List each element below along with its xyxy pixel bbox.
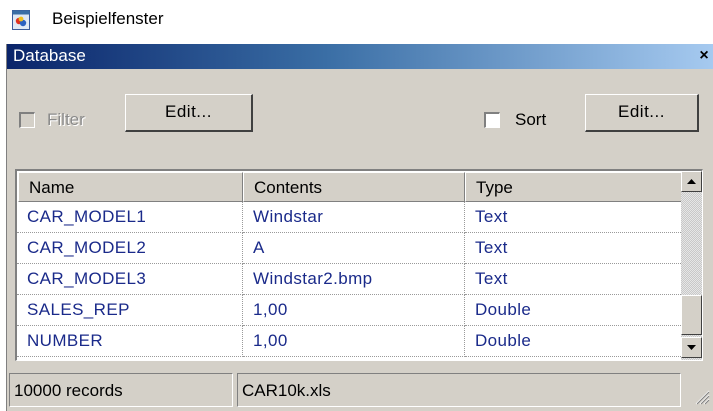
cell-type[interactable]: Text	[465, 264, 683, 295]
panel-title: Database	[13, 46, 86, 65]
app-window-icon	[12, 10, 30, 30]
cell-contents[interactable]: Windstar2.bmp	[243, 264, 465, 295]
cell-name[interactable]: SALES_REP	[17, 295, 243, 326]
scroll-up-button[interactable]	[681, 171, 702, 192]
cell-contents[interactable]: 1,00	[243, 295, 465, 326]
sort-label: Sort	[515, 110, 547, 129]
panel-caption-bar: Database ×	[7, 44, 713, 69]
table-row[interactable]: SALES_REP 1,00 Double	[17, 295, 683, 326]
database-panel: Database × Filter Edit... Sort Edit... N…	[6, 44, 713, 411]
cell-type[interactable]: Double	[465, 295, 683, 326]
cell-type[interactable]: Text	[465, 202, 683, 233]
filter-label: Filter	[47, 110, 85, 129]
filter-edit-button[interactable]: Edit...	[125, 94, 253, 132]
cell-type[interactable]: Double	[465, 326, 683, 357]
database-grid[interactable]: Name Contents Type CAR_MODEL1 Windstar T…	[15, 169, 703, 361]
cell-name[interactable]: NUMBER	[17, 326, 243, 357]
cell-contents[interactable]: A	[243, 233, 465, 264]
sort-checkbox[interactable]	[484, 112, 500, 128]
status-file-name: CAR10k.xls	[237, 373, 681, 407]
cell-type[interactable]: Text	[465, 233, 683, 264]
cell-contents[interactable]: 1,00	[243, 326, 465, 357]
window-title-bar: Beispielfenster	[0, 0, 713, 40]
arrow-up-icon	[687, 179, 696, 184]
window-title: Beispielfenster	[52, 9, 164, 28]
resize-grip-icon[interactable]	[694, 389, 710, 405]
column-header-contents[interactable]: Contents	[243, 172, 465, 202]
table-row[interactable]: NUMBER 1,00 Double	[17, 326, 683, 357]
table-row[interactable]: CAR_MODEL1 Windstar Text	[17, 202, 683, 233]
cell-name[interactable]: CAR_MODEL3	[17, 264, 243, 295]
cell-name[interactable]: CAR_MODEL2	[17, 233, 243, 264]
vertical-scrollbar[interactable]	[681, 171, 702, 360]
arrow-down-icon	[687, 345, 696, 350]
table-row[interactable]: CAR_MODEL3 Windstar2.bmp Text	[17, 264, 683, 295]
status-record-count: 10000 records	[9, 373, 233, 407]
cell-name[interactable]: CAR_MODEL1	[17, 202, 243, 233]
sort-edit-button[interactable]: Edit...	[585, 94, 699, 132]
close-icon[interactable]: ×	[694, 46, 713, 66]
filter-checkbox[interactable]	[19, 112, 35, 128]
column-header-name[interactable]: Name	[18, 172, 243, 202]
scroll-thumb[interactable]	[681, 295, 702, 335]
table-row[interactable]: CAR_MODEL2 A Text	[17, 233, 683, 264]
column-header-type[interactable]: Type	[465, 172, 682, 202]
cell-contents[interactable]: Windstar	[243, 202, 465, 233]
scroll-down-button[interactable]	[681, 337, 702, 358]
